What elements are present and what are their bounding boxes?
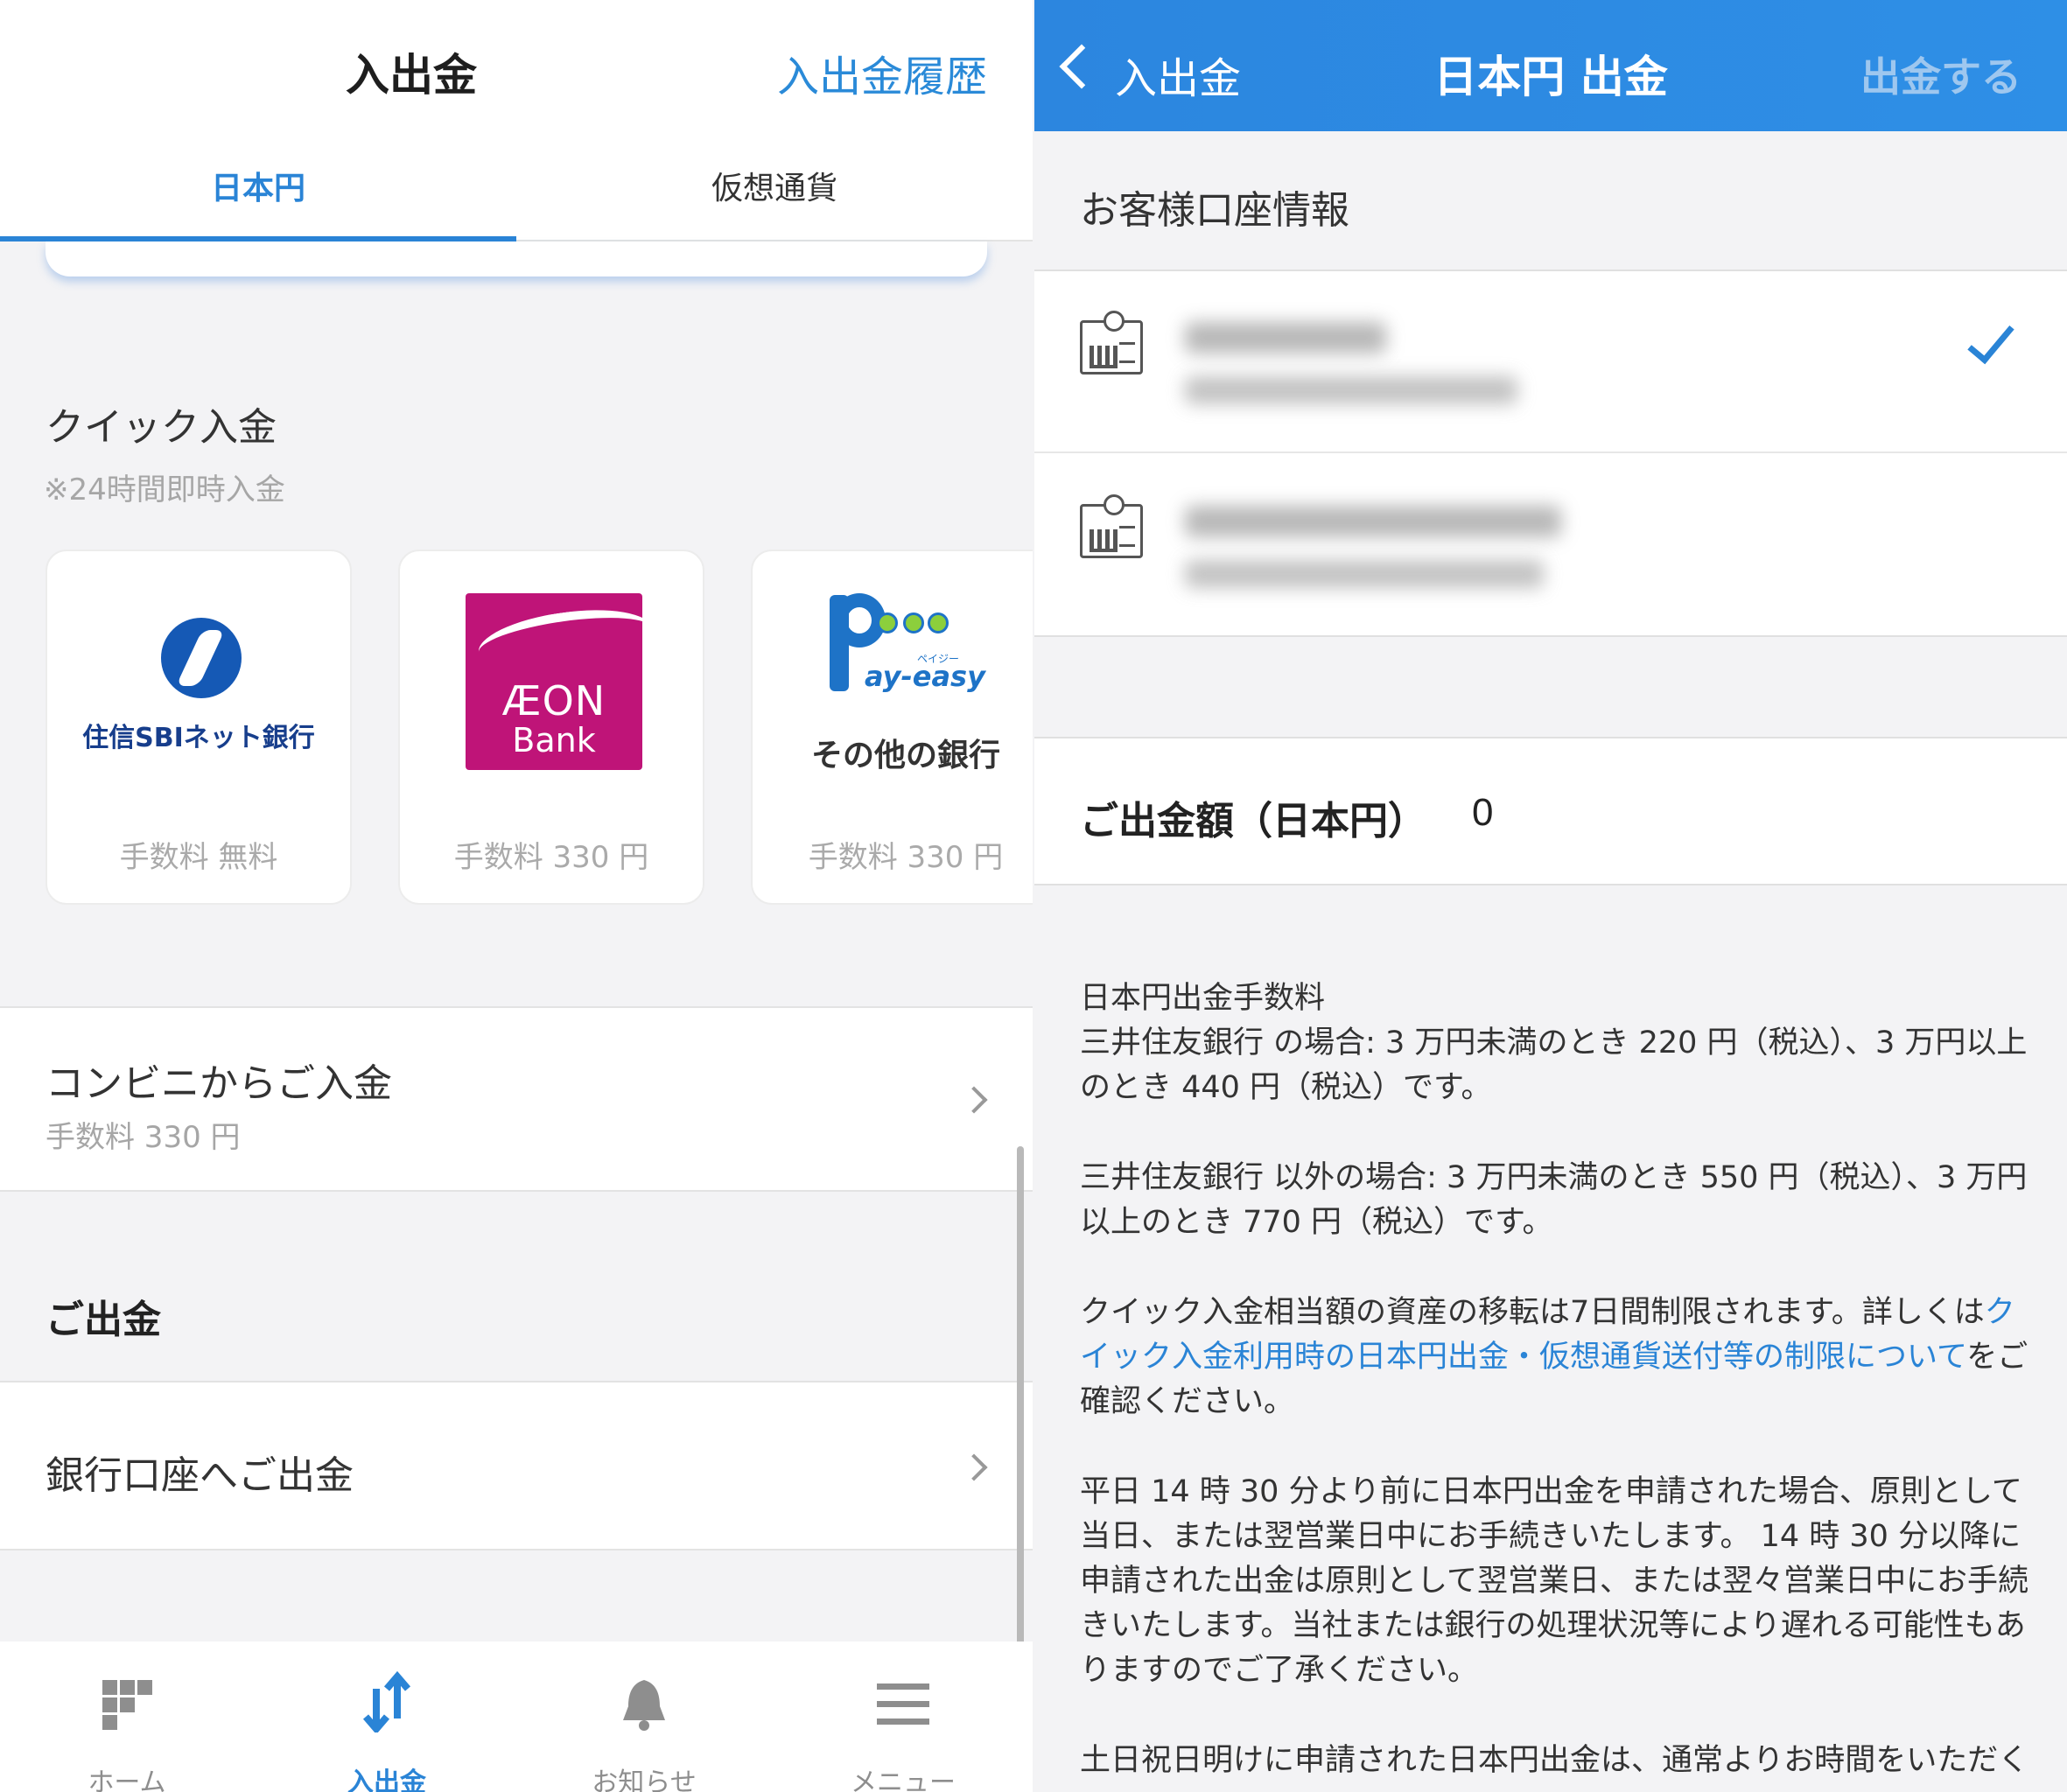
convenience-fee: 手数料 330 円 [46,1120,241,1155]
history-link[interactable]: 入出金履歴 [777,42,987,103]
tabbar-label: 入出金 [347,1768,426,1792]
withdraw-heading: ご出金 [46,1298,161,1342]
bell-icon [623,1680,665,1731]
account-row[interactable] [1034,455,2067,637]
bank-name: 住信SBIネット銀行 [82,723,315,753]
quick-deposit-aeon-card[interactable]: ÆON Bank 手数料 330 円 [398,550,704,905]
nav-bar: 入出金 日本円 出金 出金する [1034,0,2067,131]
tab-jpy[interactable]: 日本円 [0,163,516,208]
chevron-right-icon [960,1453,988,1481]
aeon-logo-text: ÆON [501,677,606,724]
split-screenshot: 入出金 入出金履歴 日本円 仮想通貨 クイック入金 ※24時間即時入金 住信SB… [0,0,2067,1792]
aeon-logo-text-bank: Bank [512,721,596,760]
bank-account-icon [1080,311,1143,374]
account-list [1034,270,2067,637]
redacted-account-number [1185,560,1544,588]
withdraw-submit-button[interactable]: 出金する [1860,46,2021,103]
chevron-right-icon [960,1086,988,1114]
bottom-tab-bar: ホーム 入出金 お知らせ メニュー [0,1642,1033,1792]
quick-deposit-restriction: クイック入金相当額の資産の移転は7日間制限されます。詳しくはクイック入金利用時の… [1080,1295,2028,1419]
amount-label: ご出金額（日本円） [1080,799,1426,844]
pay-easy-dot [877,612,898,634]
tabbar-label: お知らせ [592,1768,697,1792]
aeon-swoosh [474,600,642,681]
fee-heading: 日本円出金手数料 [1080,981,1326,1016]
account-info-heading: お客様口座情報 [1080,188,1349,233]
hamburger-menu-icon [877,1684,929,1725]
bank-account-icon [1080,494,1143,558]
quick-deposit-title: クイック入金 [46,405,277,450]
jpy-withdraw-screen: 入出金 日本円 出金 出金する お客様口座情報 ご出金額（日本円） 日本円出金手 [1034,0,2067,1792]
quick-deposit-sbi-card[interactable]: 住信SBIネット銀行 手数料 無料 [46,550,352,905]
aeon-bank-logo-icon: ÆON Bank [466,593,642,770]
fee-other: 三井住友銀行 以外の場合: 3 万円未満のとき 550 円（税込）、3 万円以上… [1080,1160,2028,1240]
bank-withdraw-title: 銀行口座へご出金 [46,1453,354,1498]
redacted-bank-name [1185,506,1561,537]
convenience-title: コンビニからご入金 [46,1061,392,1106]
amount-row: ご出金額（日本円） [1034,737,2067,886]
tab-crypto[interactable]: 仮想通貨 [516,163,1033,208]
bank-fee: 手数料 330 円 [808,840,1004,875]
grid-home-icon [102,1680,152,1730]
fee-smbc: 三井住友銀行 の場合: 3 万円未満のとき 220 円（税込）、3 万円以上のと… [1080,1026,2028,1105]
pay-easy-dot [928,612,949,634]
deposit-withdraw-screen: 入出金 入出金履歴 日本円 仮想通貨 クイック入金 ※24時間即時入金 住信SB… [0,0,1033,1792]
quick-deposit-payeasy-card[interactable]: ペイジー ay-easy その他の銀行 手数料 330 円 [751,550,1033,905]
processing-timing: 平日 14 時 30 分より前に日本円出金を申請された場合、原則として当日、また… [1080,1474,2028,1688]
pay-easy-logo-text: ay-easy [865,660,985,693]
quick-deposit-note: ※24時間即時入金 [44,472,285,508]
amount-input[interactable] [1472,782,1997,844]
scrollbar[interactable] [1017,1146,1024,1648]
bank-name: その他の銀行 [810,738,1000,774]
redacted-account-number [1185,376,1517,404]
transfer-arrows-icon [362,1670,411,1732]
balance-card-edge [46,242,987,276]
redacted-bank-name [1185,322,1386,354]
withdraw-notes: 日本円出金手数料 三井住友銀行 の場合: 3 万円未満のとき 220 円（税込）… [1080,976,2034,1792]
bank-fee: 手数料 無料 [119,840,278,875]
account-row[interactable] [1034,271,2067,453]
bank-fee: 手数料 330 円 [453,840,649,875]
bank-withdraw-row[interactable]: 銀行口座へご出金 [0,1381,1033,1550]
tabbar-label: ホーム [88,1768,166,1792]
weekend-note: 土日祝日明けに申請された日本円出金は、通常よりお時間をいただく [1080,1743,2029,1778]
currency-tabs: 日本円 仮想通貨 [0,131,1033,242]
sbi-logo-icon [161,618,242,698]
tabbar-label: メニュー [851,1768,956,1792]
convenience-deposit-row[interactable]: コンビニからご入金 手数料 330 円 [0,1006,1033,1192]
checkmark-icon [1967,314,2014,365]
pay-easy-dot [903,612,924,634]
header: 入出金 入出金履歴 [0,0,1033,131]
